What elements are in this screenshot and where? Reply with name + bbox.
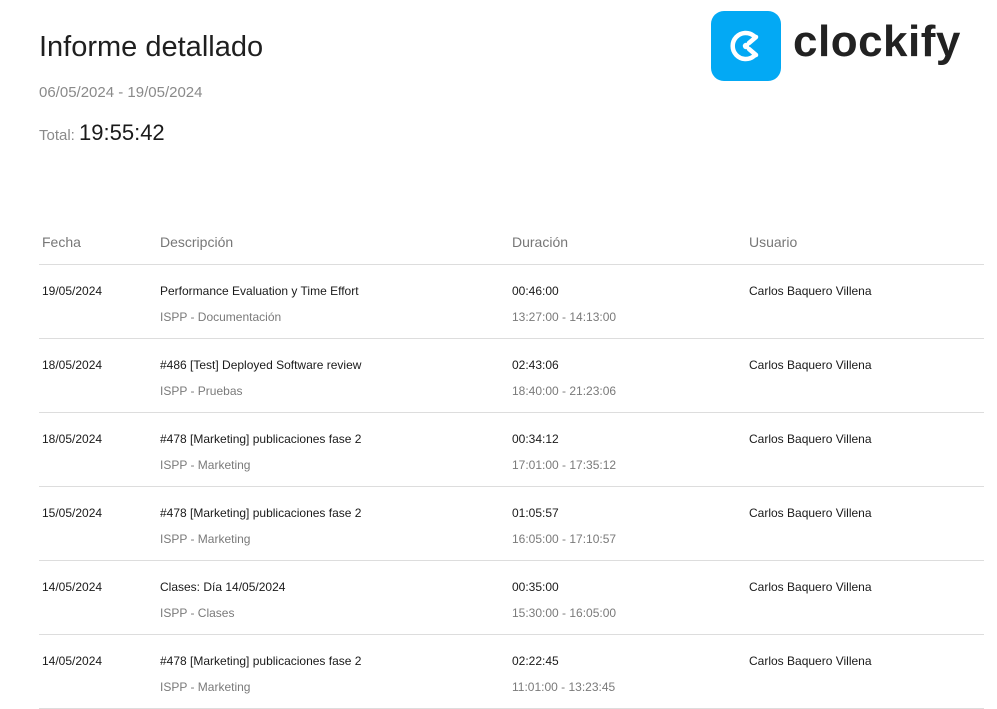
entry-project: ISPP - Documentación	[160, 310, 282, 324]
total-value: 19:55:42	[79, 120, 165, 145]
entry-description: #478 [Marketing] publicaciones fase 2	[160, 432, 362, 446]
cell-description: #478 [Marketing] publicaciones fase 2 IS…	[157, 486, 509, 561]
cell-user: Carlos Baquero Villena	[746, 412, 984, 487]
cell-date: 15/05/2024	[39, 486, 157, 561]
entry-project: ISPP - Pruebas	[160, 384, 243, 398]
cell-date: 14/05/2024	[39, 634, 157, 709]
table-row: 14/05/2024 #478 [Marketing] publicacione…	[39, 634, 984, 709]
cell-duration: 00:34:12 17:01:00 - 17:35:12	[509, 412, 746, 487]
cell-duration: 02:22:45 11:01:00 - 13:23:45	[509, 634, 746, 709]
entry-time-range: 11:01:00 - 13:23:45	[512, 680, 616, 694]
cell-user: Carlos Baquero Villena	[746, 264, 984, 339]
cell-description: Performance Evaluation y Time Effort ISP…	[157, 264, 509, 339]
entry-user: Carlos Baquero Villena	[749, 580, 872, 594]
entry-time-range: 15:30:00 - 16:05:00	[512, 606, 617, 620]
column-header-user: Usuario	[746, 220, 984, 265]
entry-description: #478 [Marketing] publicaciones fase 2	[160, 506, 362, 520]
report-date-range: 06/05/2024 - 19/05/2024	[39, 84, 203, 101]
column-header-description: Descripción	[157, 220, 509, 265]
cell-user: Carlos Baquero Villena	[746, 486, 984, 561]
entry-date: 18/05/2024	[42, 358, 103, 372]
table-row: 19/05/2024 Performance Evaluation y Time…	[39, 264, 984, 339]
entry-duration: 02:22:45	[512, 654, 559, 668]
cell-duration: 00:46:00 13:27:00 - 14:13:00	[509, 264, 746, 339]
table-header-row: Fecha Descripción Duración Usuario	[39, 220, 984, 265]
entry-time-range: 16:05:00 - 17:10:57	[512, 532, 617, 546]
cell-description: #478 [Marketing] publicaciones fase 2 IS…	[157, 412, 509, 487]
clockify-logo-icon	[711, 11, 781, 81]
entry-duration: 00:34:12	[512, 432, 559, 446]
column-header-date: Fecha	[39, 220, 157, 265]
entry-date: 14/05/2024	[42, 580, 103, 594]
cell-user: Carlos Baquero Villena	[746, 338, 984, 413]
table-row: 18/05/2024 #478 [Marketing] publicacione…	[39, 412, 984, 487]
cell-date: 14/05/2024	[39, 560, 157, 635]
table-row: 15/05/2024 #478 [Marketing] publicacione…	[39, 486, 984, 561]
cell-duration: 02:43:06 18:40:00 - 21:23:06	[509, 338, 746, 413]
entry-user: Carlos Baquero Villena	[749, 654, 872, 668]
entry-user: Carlos Baquero Villena	[749, 506, 872, 520]
cell-description: #486 [Test] Deployed Software review ISP…	[157, 338, 509, 413]
report-total: Total: 19:55:42	[39, 120, 165, 146]
entry-time-range: 18:40:00 - 21:23:06	[512, 384, 617, 398]
entry-user: Carlos Baquero Villena	[749, 432, 872, 446]
cell-user: Carlos Baquero Villena	[746, 634, 984, 709]
entry-duration: 02:43:06	[512, 358, 559, 372]
entry-description: Clases: Día 14/05/2024	[160, 580, 286, 594]
entry-description: #478 [Marketing] publicaciones fase 2	[160, 654, 362, 668]
cell-date: 19/05/2024	[39, 264, 157, 339]
cell-description: Clases: Día 14/05/2024 ISPP - Clases	[157, 560, 509, 635]
clockify-logo: clockify	[711, 11, 961, 81]
clockify-logo-text: clockify	[793, 17, 961, 66]
entry-project: ISPP - Marketing	[160, 680, 251, 694]
entry-date: 19/05/2024	[42, 284, 103, 298]
cell-duration: 00:35:00 15:30:00 - 16:05:00	[509, 560, 746, 635]
total-label: Total:	[39, 127, 75, 144]
cell-description: #478 [Marketing] publicaciones fase 2 IS…	[157, 634, 509, 709]
entry-date: 14/05/2024	[42, 654, 103, 668]
cell-date: 18/05/2024	[39, 338, 157, 413]
entry-description: #486 [Test] Deployed Software review	[160, 358, 362, 372]
time-entries-table: Fecha Descripción Duración Usuario 19/05…	[39, 220, 984, 709]
entry-duration: 01:05:57	[512, 506, 559, 520]
entry-user: Carlos Baquero Villena	[749, 358, 872, 372]
entry-description: Performance Evaluation y Time Effort	[160, 284, 359, 298]
entry-time-range: 17:01:00 - 17:35:12	[512, 458, 617, 472]
cell-date: 18/05/2024	[39, 412, 157, 487]
entry-duration: 00:35:00	[512, 580, 559, 594]
cell-user: Carlos Baquero Villena	[746, 560, 984, 635]
entry-project: ISPP - Clases	[160, 606, 235, 620]
table-row: 18/05/2024 #486 [Test] Deployed Software…	[39, 338, 984, 413]
table-row: 14/05/2024 Clases: Día 14/05/2024 ISPP -…	[39, 560, 984, 635]
column-header-duration: Duración	[509, 220, 746, 265]
entry-user: Carlos Baquero Villena	[749, 284, 872, 298]
entry-time-range: 13:27:00 - 14:13:00	[512, 310, 617, 324]
cell-duration: 01:05:57 16:05:00 - 17:10:57	[509, 486, 746, 561]
entry-date: 18/05/2024	[42, 432, 103, 446]
entry-project: ISPP - Marketing	[160, 532, 251, 546]
entry-project: ISPP - Marketing	[160, 458, 251, 472]
entry-date: 15/05/2024	[42, 506, 103, 520]
page-title: Informe detallado	[39, 31, 264, 63]
entry-duration: 00:46:00	[512, 284, 559, 298]
